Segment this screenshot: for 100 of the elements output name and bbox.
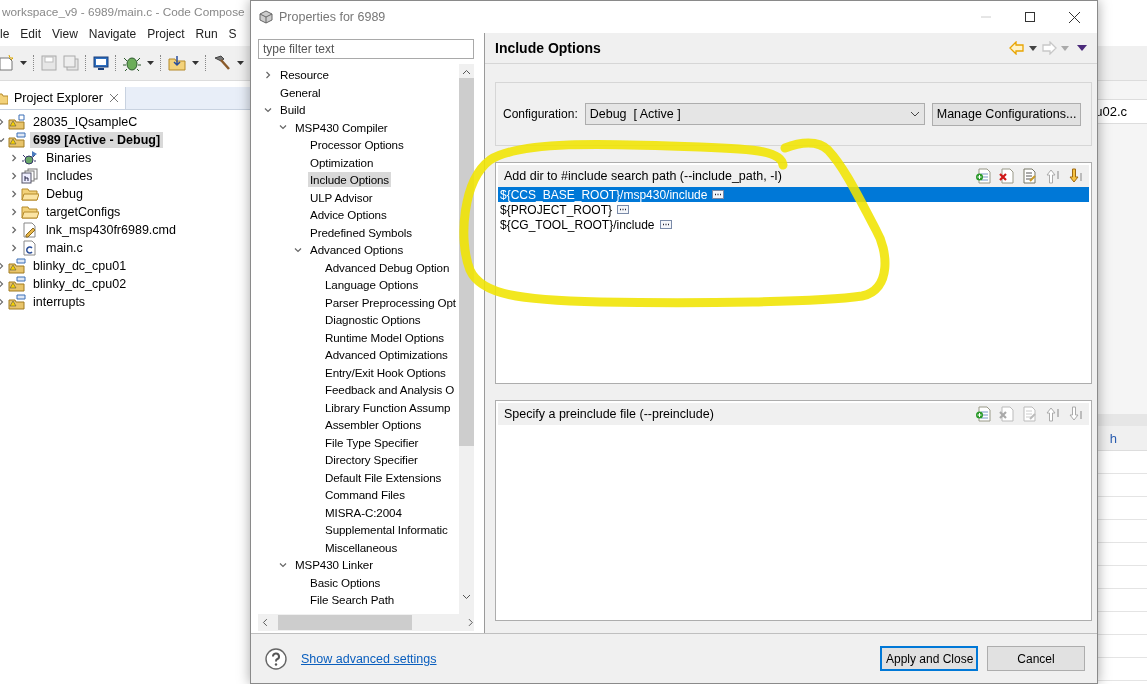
menu-item[interactable]: le xyxy=(0,27,15,41)
menu-item[interactable]: S xyxy=(222,27,242,41)
scroll-up-icon[interactable] xyxy=(462,69,471,75)
script-file-icon xyxy=(21,222,39,238)
dropdown-caret-icon[interactable] xyxy=(20,61,27,65)
folder-icon xyxy=(21,186,39,202)
tree-item[interactable]: Runtime Model Options xyxy=(323,329,447,345)
tree-item[interactable]: Library Function Assump xyxy=(323,399,453,415)
tree-item[interactable]: Optimization xyxy=(308,154,376,170)
tree-item[interactable]: Predefined Symbols xyxy=(308,224,414,240)
tree-item[interactable]: MSP430 Compiler xyxy=(293,119,390,135)
include-path-item[interactable]: ${CCS_BASE_ROOT}/msp430/include xyxy=(498,187,1090,202)
project-tree-item[interactable]: blinky_dc_cpu02 xyxy=(30,276,130,292)
tree-item[interactable]: Include Options xyxy=(308,172,392,188)
tree-item[interactable]: Miscellaneous xyxy=(323,539,400,555)
tree-item[interactable]: Assembler Options xyxy=(323,417,424,433)
tree-item[interactable]: Directory Specifier xyxy=(323,452,420,468)
dialog-title: Properties for 6989 xyxy=(279,10,387,24)
project-tree-item[interactable]: 6989 [Active - Debug] xyxy=(30,132,164,148)
more-icon[interactable] xyxy=(659,220,672,229)
bug-icon[interactable] xyxy=(123,55,141,71)
menu-item[interactable]: View xyxy=(46,27,83,41)
project-tree-item[interactable]: Debug xyxy=(43,186,86,202)
scrollbar-thumb[interactable] xyxy=(277,615,413,630)
tree-item[interactable]: Language Options xyxy=(323,277,421,293)
more-icon[interactable] xyxy=(712,190,725,199)
dropdown-caret-icon[interactable] xyxy=(192,61,199,65)
help-icon[interactable] xyxy=(265,647,287,670)
tree-item[interactable]: Diagnostic Options xyxy=(323,312,423,328)
project-tree-item[interactable]: lnk_msp430fr6989.cmd xyxy=(43,222,179,238)
tree-item[interactable]: Advanced Optimizations xyxy=(323,347,450,363)
hammer-icon[interactable] xyxy=(213,55,231,71)
scroll-right-icon[interactable] xyxy=(468,618,474,627)
apply-and-close-button[interactable]: Apply and Close xyxy=(880,646,978,671)
show-advanced-settings-link[interactable]: Show advanced settings xyxy=(301,651,866,666)
dropdown-caret-icon[interactable] xyxy=(237,61,244,65)
include-path-item[interactable]: ${PROJECT_ROOT} xyxy=(498,202,1090,217)
move-down-icon[interactable] xyxy=(1067,168,1084,184)
add-file-icon[interactable] xyxy=(975,405,992,422)
project-folder-icon xyxy=(8,276,26,292)
menu-item[interactable]: Navigate xyxy=(82,27,142,41)
project-folder-icon xyxy=(8,132,26,148)
menu-item[interactable]: Edit xyxy=(14,27,47,41)
add-file-icon[interactable] xyxy=(975,168,992,184)
filter-field[interactable]: type filter text xyxy=(258,39,474,59)
edit-file-icon[interactable] xyxy=(1021,168,1038,184)
configuration-label: Configuration: xyxy=(503,107,578,121)
tree-item[interactable]: Command Files xyxy=(323,487,407,503)
tree-item[interactable]: Supplemental Informatic xyxy=(323,522,450,538)
more-icon[interactable] xyxy=(617,205,630,214)
page-title: Include Options xyxy=(495,40,602,56)
include-path-item[interactable]: ${CG_TOOL_ROOT}/include xyxy=(498,217,1090,232)
tree-item[interactable]: MSP430 Linker xyxy=(293,557,375,573)
tree-item[interactable]: Feedback and Analysis O xyxy=(323,382,457,398)
tree-item[interactable]: Resource xyxy=(278,67,331,83)
tree-item[interactable]: Advanced Debug Option xyxy=(323,259,452,275)
new-file-icon[interactable] xyxy=(0,55,14,71)
c-source-file-icon xyxy=(21,240,39,256)
project-folder-icon xyxy=(8,114,26,130)
cancel-button[interactable]: Cancel xyxy=(987,646,1085,671)
project-tree-item[interactable]: 28035_IQsampleC xyxy=(30,114,141,130)
menu-item[interactable]: Project xyxy=(141,27,190,41)
configuration-dropdown[interactable]: Debug [ Active ] xyxy=(584,103,925,125)
project-tree-item[interactable]: Binaries xyxy=(43,150,95,166)
list-title: Add dir to #include search path (--include_path, -I) xyxy=(504,169,783,183)
tree-item[interactable]: Default File Extensions xyxy=(323,469,444,485)
tree-item[interactable]: Entry/Exit Hook Options xyxy=(323,364,448,380)
menu-item[interactable]: Run xyxy=(189,27,223,41)
tree-item[interactable]: Parser Preprocessing Opt xyxy=(323,294,458,310)
cube-icon xyxy=(259,10,273,24)
project-explorer-tab[interactable]: Project Explorer xyxy=(0,87,126,109)
tree-item[interactable]: General xyxy=(278,84,323,100)
monitor-icon[interactable] xyxy=(93,55,109,71)
project-tree-item[interactable]: blinky_dc_cpu01 xyxy=(30,258,130,274)
dropdown-caret-icon[interactable] xyxy=(909,111,920,117)
folder-icon xyxy=(21,204,39,220)
tree-item[interactable]: Processor Options xyxy=(308,137,406,153)
tree-item[interactable]: File Type Specifier xyxy=(323,434,421,450)
tree-item[interactable]: ULP Advisor xyxy=(308,189,375,205)
tree-item[interactable]: Basic Options xyxy=(308,574,383,590)
manage-configurations-button[interactable]: Manage Configurations... xyxy=(931,102,1082,126)
project-tree-item[interactable]: Includes xyxy=(43,168,96,184)
project-folder-icon xyxy=(8,294,26,310)
tree-item[interactable]: Advanced Options xyxy=(308,242,406,258)
tree-item[interactable]: Advice Options xyxy=(308,207,389,223)
includes-icon xyxy=(21,168,39,184)
delete-file-icon[interactable] xyxy=(998,168,1015,184)
folder-arrow-icon[interactable] xyxy=(168,55,186,71)
tree-item[interactable]: File Search Path xyxy=(308,592,397,608)
list-title: Specify a preinclude file (--preinclude) xyxy=(504,406,715,421)
scroll-down-icon[interactable] xyxy=(462,594,471,600)
scroll-left-icon[interactable] xyxy=(262,618,268,627)
panel-tab[interactable]: h xyxy=(1109,430,1117,446)
project-tree-item[interactable]: interrupts xyxy=(30,294,89,310)
tree-item[interactable]: Build xyxy=(278,102,308,118)
project-tree-item[interactable]: main.c xyxy=(43,240,86,256)
project-tree-item[interactable]: targetConfigs xyxy=(43,204,124,220)
binaries-icon xyxy=(21,150,39,166)
dropdown-caret-icon[interactable] xyxy=(147,61,154,65)
tree-item[interactable]: MISRA-C:2004 xyxy=(323,504,404,520)
